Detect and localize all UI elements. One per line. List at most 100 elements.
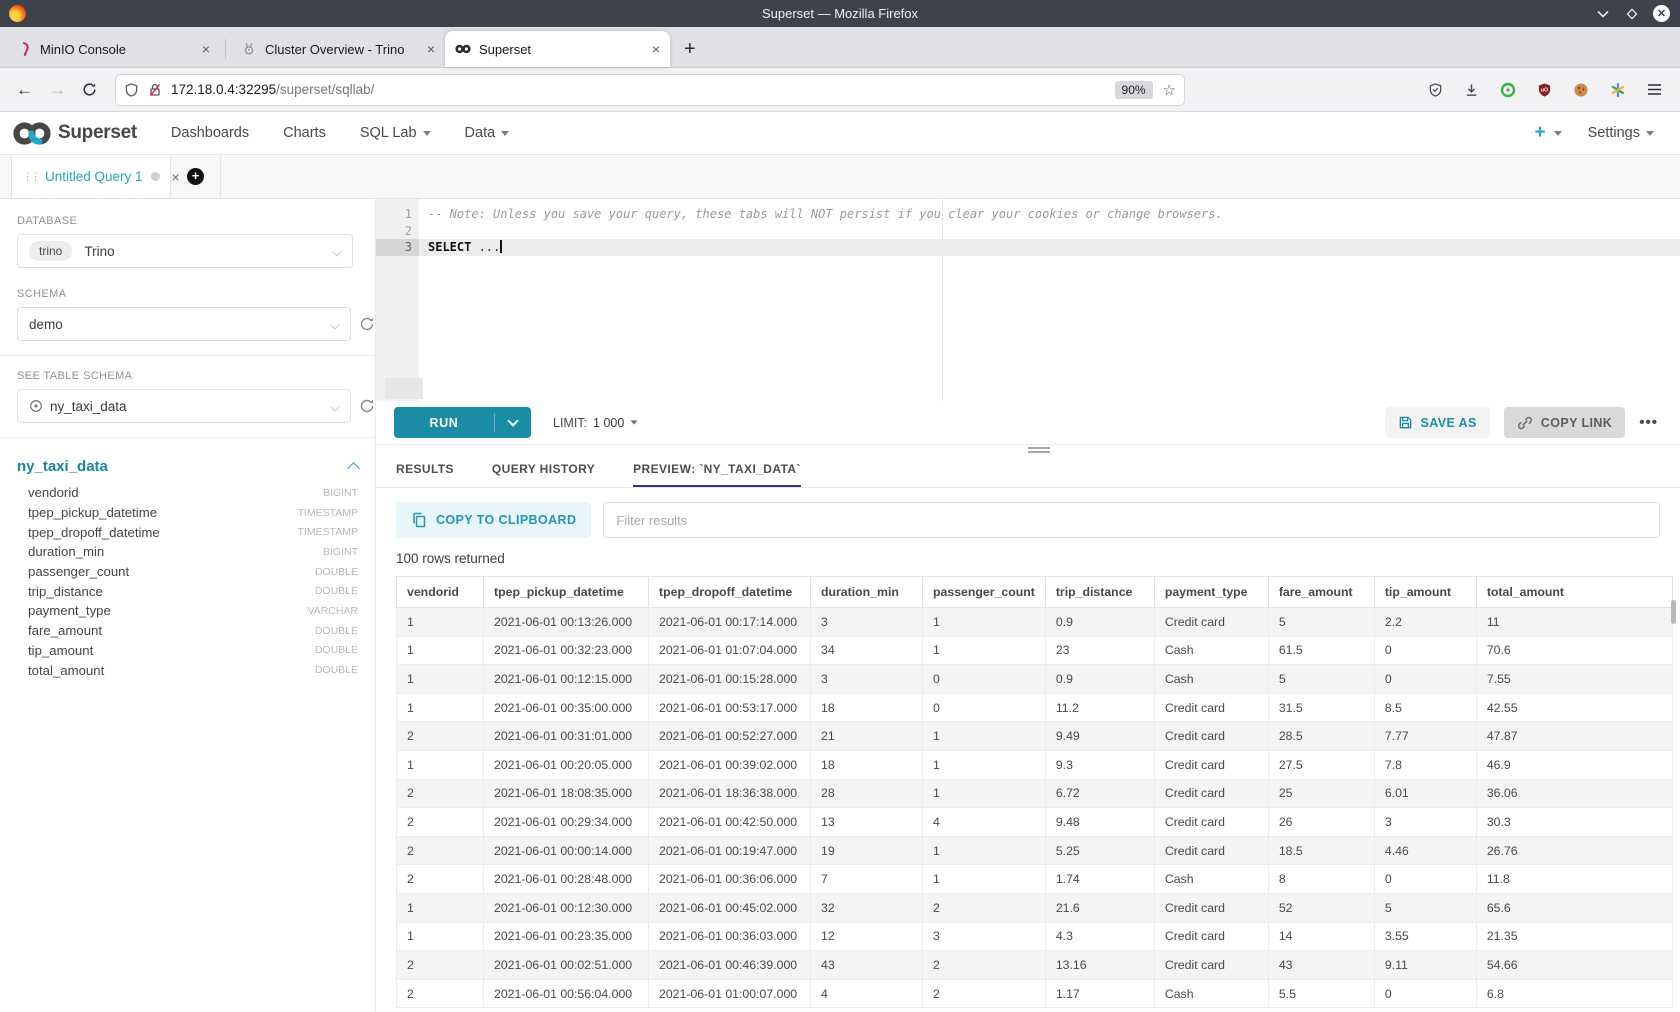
cookie-icon[interactable] [1573, 82, 1589, 98]
table-columns: vendoridBIGINTtpep_pickup_datetimeTIMEST… [0, 483, 375, 680]
table-cell: 8 [1268, 865, 1374, 894]
save-as-button[interactable]: SAVE AS [1385, 407, 1490, 438]
table-cell: 1 [397, 922, 484, 951]
close-tab-icon[interactable]: × [202, 41, 210, 57]
table-cell: 2 [923, 951, 1046, 980]
table-row: 22021-06-01 00:29:34.0002021-06-01 00:42… [397, 808, 1673, 837]
refresh-tables-icon[interactable] [359, 398, 375, 414]
column-header-tpep_pickup_datetime[interactable]: tpep_pickup_datetime [484, 577, 649, 608]
column-header-duration_min[interactable]: duration_min [811, 577, 923, 608]
column-header-passenger_count[interactable]: passenger_count [923, 577, 1046, 608]
table-row: 12021-06-01 00:20:05.0002021-06-01 00:39… [397, 750, 1673, 779]
column-header-vendorid[interactable]: vendorid [397, 577, 484, 608]
close-tab-icon[interactable]: × [427, 41, 435, 57]
nav-data[interactable]: Data [465, 125, 510, 141]
add-query-tab-cell[interactable]: + [171, 155, 221, 198]
table-cell: 0 [1374, 865, 1476, 894]
bookmark-star-icon[interactable]: ☆ [1163, 81, 1176, 99]
run-button-label[interactable]: RUN [394, 407, 494, 438]
insecure-lock-icon[interactable] [148, 82, 162, 98]
chevron-down-icon [332, 247, 341, 256]
extension-star-icon[interactable] [1610, 82, 1626, 98]
table-cell: 5 [1268, 665, 1374, 694]
tab-preview-ny-taxi-data[interactable]: PREVIEW: `NY_TAXI_DATA` [633, 462, 801, 487]
column-header-tpep_dropoff_datetime[interactable]: tpep_dropoff_datetime [649, 577, 811, 608]
tab-query-history[interactable]: QUERY HISTORY [492, 462, 595, 487]
limit-dropdown[interactable]: LIMIT: 1 000 [553, 416, 638, 430]
table-cell: Cash [1154, 865, 1268, 894]
ublock-icon[interactable]: uO [1537, 82, 1552, 98]
table-cell: 2 [397, 722, 484, 751]
nav-charts[interactable]: Charts [283, 125, 326, 141]
table-cell: 2021-06-01 00:36:03.000 [649, 922, 811, 951]
add-new-button[interactable]: + [1534, 122, 1545, 144]
database-select[interactable]: trino Trino [17, 234, 353, 268]
schema-select[interactable]: demo [17, 307, 351, 341]
table-cell: 3 [811, 608, 923, 637]
schema-column-row: trip_distanceDOUBLE [28, 581, 358, 601]
url-path: /superset/sqllab/ [276, 82, 374, 97]
url-text[interactable]: 172.18.0.4:32295/superset/sqllab/ [171, 82, 1115, 97]
copy-to-clipboard-button[interactable]: COPY TO CLIPBOARD [396, 502, 591, 538]
maximize-icon[interactable] [1624, 6, 1640, 22]
chevron-down-icon[interactable] [1554, 131, 1562, 136]
query-tab[interactable]: ⋮⋮ Untitled Query 1 × [11, 155, 171, 198]
scrollbar-thumb[interactable] [1671, 600, 1676, 624]
new-tab-button[interactable]: + [684, 38, 696, 61]
refresh-schemas-icon[interactable] [359, 316, 375, 332]
table-cell: 12 [811, 922, 923, 951]
column-header-tip_amount[interactable]: tip_amount [1374, 577, 1476, 608]
table-select[interactable]: ny_taxi_data [17, 389, 351, 423]
table-cell: 2 [397, 951, 484, 980]
table-cell: 1 [397, 893, 484, 922]
tab-results[interactable]: RESULTS [396, 462, 454, 487]
run-options-button[interactable] [495, 407, 531, 438]
add-query-tab-icon[interactable]: + [187, 168, 204, 185]
table-cell: Credit card [1154, 608, 1268, 637]
table-cell: Credit card [1154, 922, 1268, 951]
nav-sql-lab[interactable]: SQL Lab [360, 125, 431, 141]
table-cell: 7 [811, 865, 923, 894]
zoom-level-badge[interactable]: 90% [1115, 81, 1153, 99]
table-cell: Cash [1154, 636, 1268, 665]
shield-icon[interactable] [124, 82, 139, 98]
table-schema-title[interactable]: ny_taxi_data [17, 458, 108, 475]
column-header-total_amount[interactable]: total_amount [1476, 577, 1672, 608]
close-tab-icon[interactable]: × [652, 41, 660, 57]
superset-brand[interactable]: Superset [12, 120, 137, 147]
column-header-payment_type[interactable]: payment_type [1154, 577, 1268, 608]
settings-menu[interactable]: Settings [1588, 125, 1654, 141]
browser-tab-trino[interactable]: Cluster Overview - Trino × [231, 31, 445, 67]
browser-tab-minio[interactable]: MinIO Console × [6, 31, 220, 67]
minimize-icon[interactable] [1595, 6, 1611, 22]
filter-results-input[interactable] [603, 502, 1660, 538]
schema-column-row: vendoridBIGINT [28, 483, 358, 503]
drag-handle-icon[interactable]: ⋮⋮ [22, 170, 38, 183]
table-cell: 0 [923, 665, 1046, 694]
editor-code-area[interactable]: -- Note: Unless you save your query, the… [419, 199, 1680, 401]
nav-dashboards[interactable]: Dashboards [171, 125, 249, 141]
minio-icon [16, 41, 32, 57]
table-cell: Credit card [1154, 836, 1268, 865]
run-button[interactable]: RUN [394, 407, 531, 438]
column-header-fare_amount[interactable]: fare_amount [1268, 577, 1374, 608]
reload-icon[interactable] [82, 82, 97, 97]
browser-tab-superset[interactable]: Superset × [445, 31, 670, 67]
download-icon[interactable] [1464, 82, 1479, 98]
extension-green-icon[interactable] [1500, 82, 1516, 98]
url-field[interactable]: 172.18.0.4:32295/superset/sqllab/ 90% ☆ [115, 74, 1185, 106]
menu-hamburger-icon[interactable] [1647, 83, 1662, 96]
table-cell: 52 [1268, 893, 1374, 922]
chevron-up-icon[interactable] [347, 462, 360, 475]
back-icon[interactable]: ← [16, 80, 33, 100]
close-window-icon[interactable]: ✕ [1653, 5, 1670, 22]
column-header-trip_distance[interactable]: trip_distance [1045, 577, 1154, 608]
trino-icon [241, 41, 257, 57]
table-cell: 2021-06-01 00:12:15.000 [484, 665, 649, 694]
more-options-button[interactable]: ••• [1639, 414, 1658, 431]
table-cell: 8.5 [1374, 693, 1476, 722]
table-cell: 2021-06-01 00:45:02.000 [649, 893, 811, 922]
pocket-shield-icon[interactable] [1428, 82, 1443, 98]
sql-editor[interactable]: 1 2 3 -- Note: Unless you save your quer… [376, 199, 1680, 401]
copy-link-button[interactable]: COPY LINK [1504, 407, 1625, 438]
